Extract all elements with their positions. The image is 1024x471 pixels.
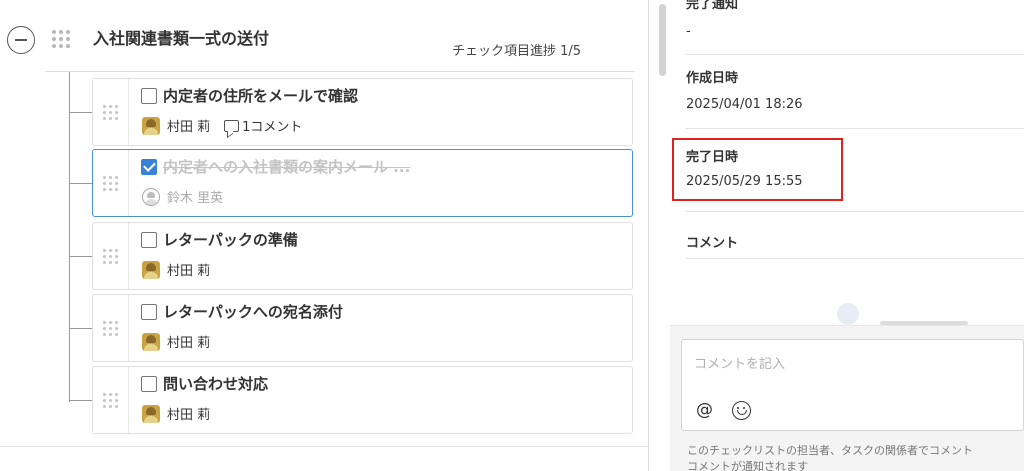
comment-icon[interactable] bbox=[224, 119, 240, 132]
item-title[interactable]: 内定者の住所をメールで確認 bbox=[163, 85, 358, 106]
item-meta: 村田 莉 bbox=[142, 404, 210, 423]
checklist-group-title: 入社関連書類一式の送付 bbox=[93, 29, 270, 48]
avatar bbox=[142, 116, 160, 135]
completion-notice-label: 完了通知 bbox=[686, 0, 739, 12]
mention-button[interactable]: @ bbox=[696, 400, 713, 420]
comment-composer: @ このチェックリストの担当者、タスクの関係者でコメント コメントが通知されます bbox=[670, 325, 1024, 471]
item-checkbox[interactable] bbox=[141, 376, 157, 392]
avatar bbox=[142, 404, 160, 423]
divider bbox=[686, 54, 1024, 55]
tree-line bbox=[69, 72, 70, 402]
collapse-group-button[interactable] bbox=[7, 26, 35, 54]
checklist-item[interactable]: 問い合わせ対応 村田 莉 bbox=[92, 366, 633, 434]
divider bbox=[686, 211, 1024, 212]
assignee-name: 村田 莉 bbox=[167, 408, 211, 423]
assignee-name: 村田 莉 bbox=[167, 264, 211, 279]
drag-handle-icon[interactable] bbox=[93, 150, 129, 216]
drag-handle-icon[interactable] bbox=[93, 367, 129, 433]
item-meta: 村田 莉 bbox=[142, 332, 210, 351]
loading-indicator bbox=[837, 303, 859, 325]
assignee-name: 鈴木 里英 bbox=[167, 191, 224, 206]
checklist-item[interactable]: レターパックの準備 村田 莉 bbox=[92, 222, 633, 290]
comment-box: @ bbox=[681, 339, 1024, 431]
divider bbox=[686, 258, 1024, 259]
item-meta: 村田 莉 bbox=[142, 260, 210, 279]
avatar bbox=[142, 260, 160, 279]
emoji-icon[interactable] bbox=[732, 401, 751, 420]
item-title[interactable]: 内定者への入社書類の案内メール ... bbox=[163, 156, 410, 177]
comment-input[interactable] bbox=[682, 340, 1023, 388]
tree-branch bbox=[69, 328, 93, 329]
comment-label: コメント bbox=[686, 236, 739, 251]
tree-branch bbox=[69, 112, 93, 113]
created-value: 2025/04/01 18:26 bbox=[686, 97, 803, 112]
drag-handle-icon[interactable] bbox=[93, 295, 129, 361]
created-label: 作成日時 bbox=[686, 71, 739, 86]
group-drag-handle-icon[interactable] bbox=[52, 30, 70, 48]
completion-notice-value: - bbox=[686, 24, 691, 39]
item-checkbox[interactable] bbox=[141, 88, 157, 104]
checklist-panel: 入社関連書類一式の送付 チェック項目進捗 1/5 内定者の住所をメールで確認 村… bbox=[0, 0, 648, 471]
assignee-name: 村田 莉 bbox=[167, 336, 211, 351]
completed-label: 完了日時 bbox=[686, 150, 739, 165]
drag-handle-icon[interactable] bbox=[93, 79, 129, 145]
assignee-name: 村田 莉 bbox=[167, 120, 211, 135]
divider bbox=[45, 71, 635, 72]
comment-note: このチェックリストの担当者、タスクの関係者でコメント コメントが通知されます bbox=[687, 443, 973, 471]
checklist-item[interactable]: 内定者の住所をメールで確認 村田 莉 1コメント bbox=[92, 78, 633, 146]
item-title[interactable]: 問い合わせ対応 bbox=[163, 373, 268, 394]
item-meta: 村田 莉 1コメント bbox=[142, 116, 302, 135]
checklist-item-selected[interactable]: 内定者への入社書類の案内メール ... 鈴木 里英 bbox=[92, 149, 633, 217]
item-title[interactable]: レターパックの準備 bbox=[163, 229, 298, 250]
avatar bbox=[142, 187, 160, 206]
item-checkbox[interactable] bbox=[141, 159, 157, 175]
divider bbox=[0, 446, 648, 447]
completed-value: 2025/05/29 15:55 bbox=[686, 174, 803, 189]
comment-count[interactable]: 1コメント bbox=[242, 116, 302, 135]
checklist-item[interactable]: レターパックへの宛名添付 村田 莉 bbox=[92, 294, 633, 362]
comment-note-line: このチェックリストの担当者、タスクの関係者でコメント bbox=[687, 444, 973, 457]
item-title[interactable]: レターパックへの宛名添付 bbox=[163, 301, 343, 322]
item-checkbox[interactable] bbox=[141, 304, 157, 320]
item-checkbox[interactable] bbox=[141, 232, 157, 248]
detail-panel: 完了通知 - 作成日時 2025/04/01 18:26 完了日時 2025/0… bbox=[670, 0, 1024, 471]
avatar bbox=[142, 332, 160, 351]
comment-note-line: コメントが通知されます bbox=[687, 460, 808, 471]
scrollbar[interactable] bbox=[659, 4, 666, 76]
divider bbox=[686, 128, 1024, 129]
tree-branch bbox=[69, 256, 93, 257]
item-meta: 鈴木 里英 bbox=[142, 187, 223, 206]
tree-branch bbox=[69, 400, 93, 401]
checklist-progress: チェック項目進捗 1/5 bbox=[452, 44, 582, 59]
tree-branch bbox=[69, 183, 93, 184]
panel-divider bbox=[648, 0, 649, 471]
drag-handle-icon[interactable] bbox=[93, 223, 129, 289]
